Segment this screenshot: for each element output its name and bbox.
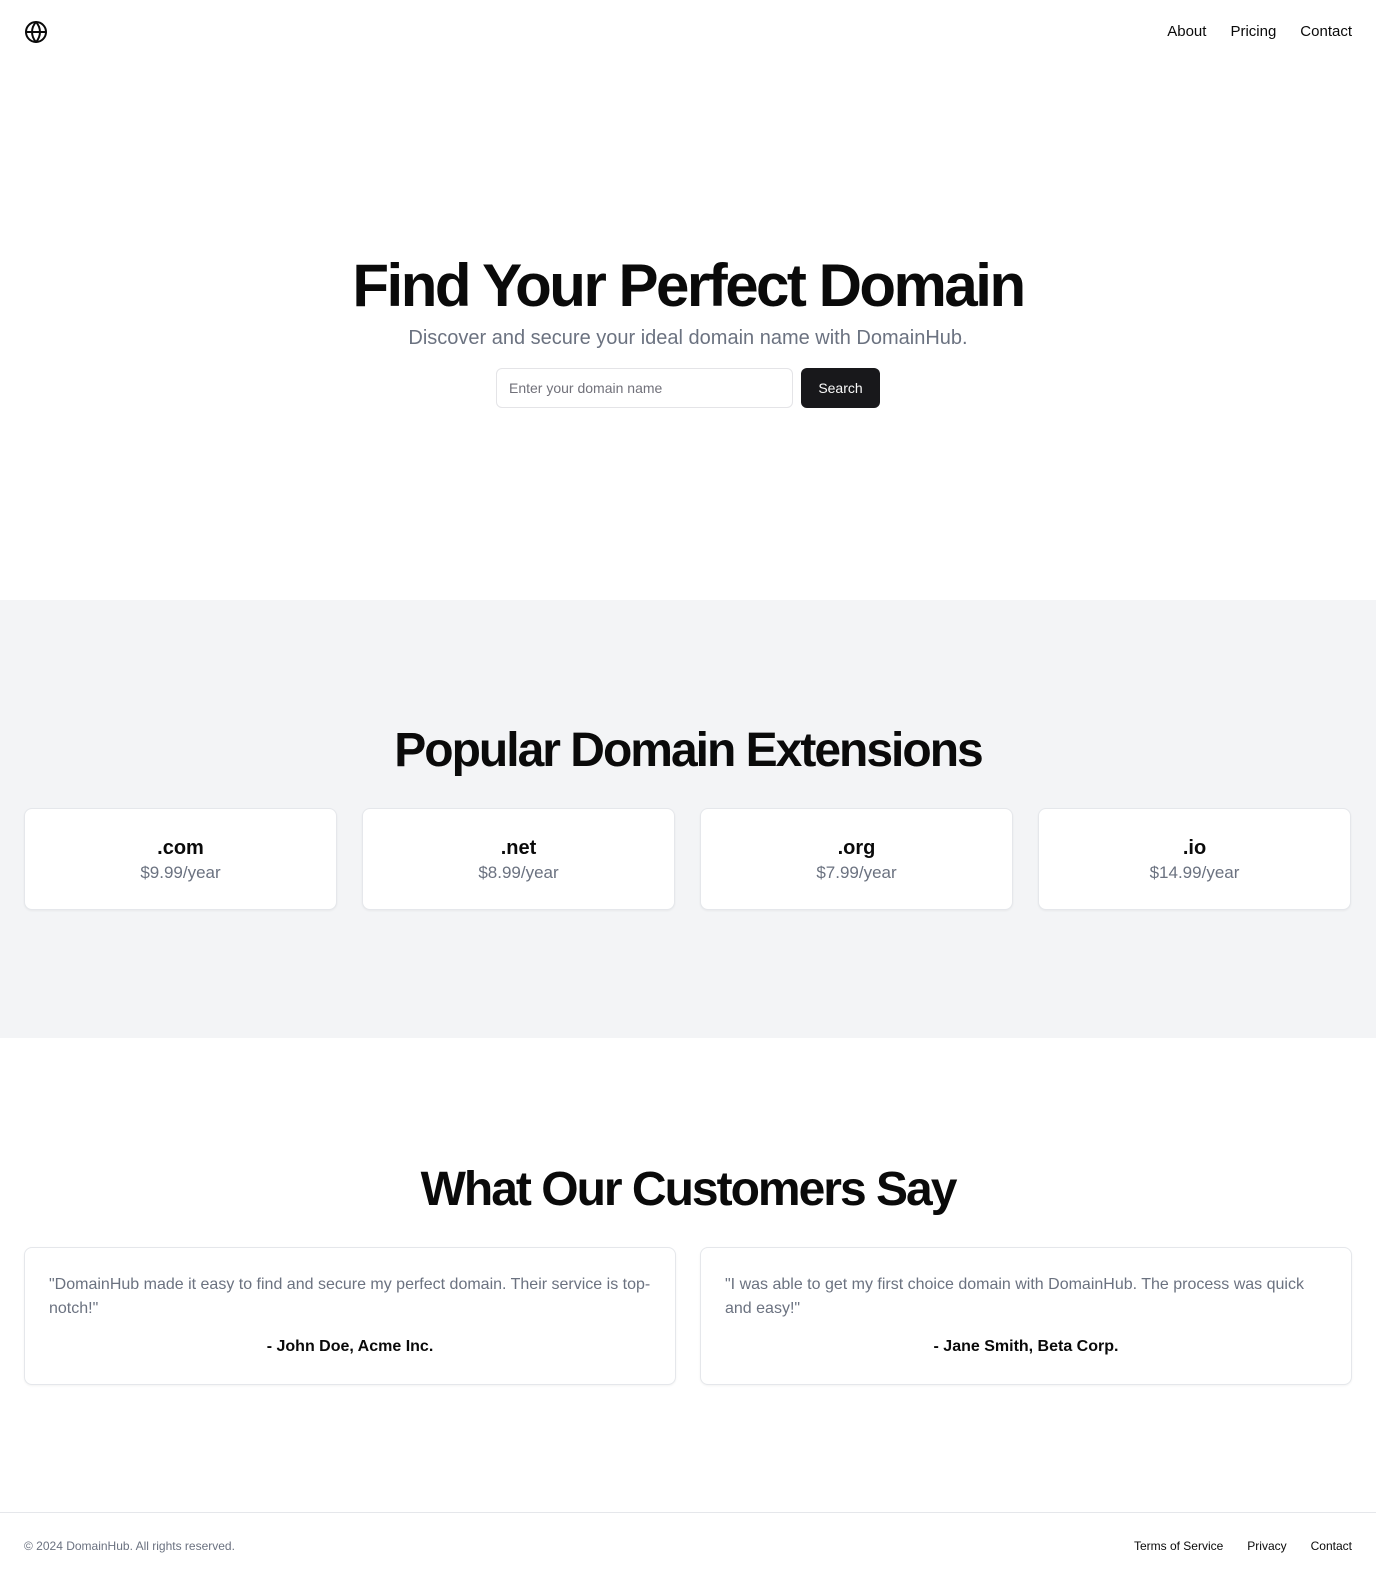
copyright-text: © 2024 DomainHub. All rights reserved.: [24, 1539, 235, 1553]
testimonial-card: "I was able to get my first choice domai…: [700, 1247, 1352, 1385]
nav-about-link[interactable]: About: [1167, 22, 1206, 42]
extension-name: .org: [837, 837, 876, 859]
hero-subtitle: Discover and secure your ideal domain na…: [408, 327, 968, 349]
extension-price: $7.99/year: [816, 863, 897, 882]
main-nav: About Pricing Contact: [1167, 22, 1352, 42]
nav-contact-link[interactable]: Contact: [1300, 22, 1352, 42]
globe-icon[interactable]: [24, 20, 48, 44]
extensions-grid: .com $9.99/year .net $8.99/year .org $7.…: [24, 808, 1352, 910]
hero-section: Find Your Perfect Domain Discover and se…: [0, 64, 1376, 600]
site-footer: © 2024 DomainHub. All rights reserved. T…: [0, 1512, 1376, 1577]
extension-name: .io: [1182, 837, 1207, 859]
extension-name: .net: [500, 837, 537, 859]
extension-name: .com: [157, 837, 204, 859]
testimonial-quote: "I was able to get my first choice domai…: [725, 1276, 1304, 1317]
extensions-section: Popular Domain Extensions .com $9.99/yea…: [0, 600, 1376, 1038]
testimonials-section: What Our Customers Say "DomainHub made i…: [0, 1038, 1376, 1512]
extension-price: $14.99/year: [1149, 863, 1240, 882]
testimonials-title: What Our Customers Say: [420, 1163, 958, 1216]
testimonials-grid: "DomainHub made it easy to find and secu…: [24, 1247, 1352, 1385]
domain-search-form: Search: [496, 368, 880, 408]
testimonial-card: "DomainHub made it easy to find and secu…: [24, 1247, 676, 1385]
search-button[interactable]: Search: [801, 368, 880, 408]
testimonial-quote: "DomainHub made it easy to find and secu…: [49, 1276, 651, 1317]
nav-pricing-link[interactable]: Pricing: [1230, 22, 1276, 42]
footer-contact-link[interactable]: Contact: [1311, 1538, 1352, 1554]
extension-card-org[interactable]: .org $7.99/year: [700, 808, 1013, 910]
testimonial-author: - John Doe, Acme Inc.: [266, 1338, 434, 1355]
extension-card-net[interactable]: .net $8.99/year: [362, 808, 675, 910]
extensions-title: Popular Domain Extensions: [394, 724, 983, 777]
footer-terms-link[interactable]: Terms of Service: [1134, 1538, 1223, 1554]
footer-nav: Terms of Service Privacy Contact: [1134, 1538, 1352, 1554]
hero-title: Find Your Perfect Domain: [352, 252, 1026, 319]
domain-search-input[interactable]: [496, 368, 793, 408]
extension-price: $8.99/year: [478, 863, 559, 882]
extension-price: $9.99/year: [140, 863, 221, 882]
extension-card-com[interactable]: .com $9.99/year: [24, 808, 337, 910]
site-header: About Pricing Contact: [0, 0, 1376, 64]
testimonial-author: - Jane Smith, Beta Corp.: [933, 1338, 1119, 1355]
footer-privacy-link[interactable]: Privacy: [1247, 1538, 1286, 1554]
extension-card-io[interactable]: .io $14.99/year: [1038, 808, 1351, 910]
